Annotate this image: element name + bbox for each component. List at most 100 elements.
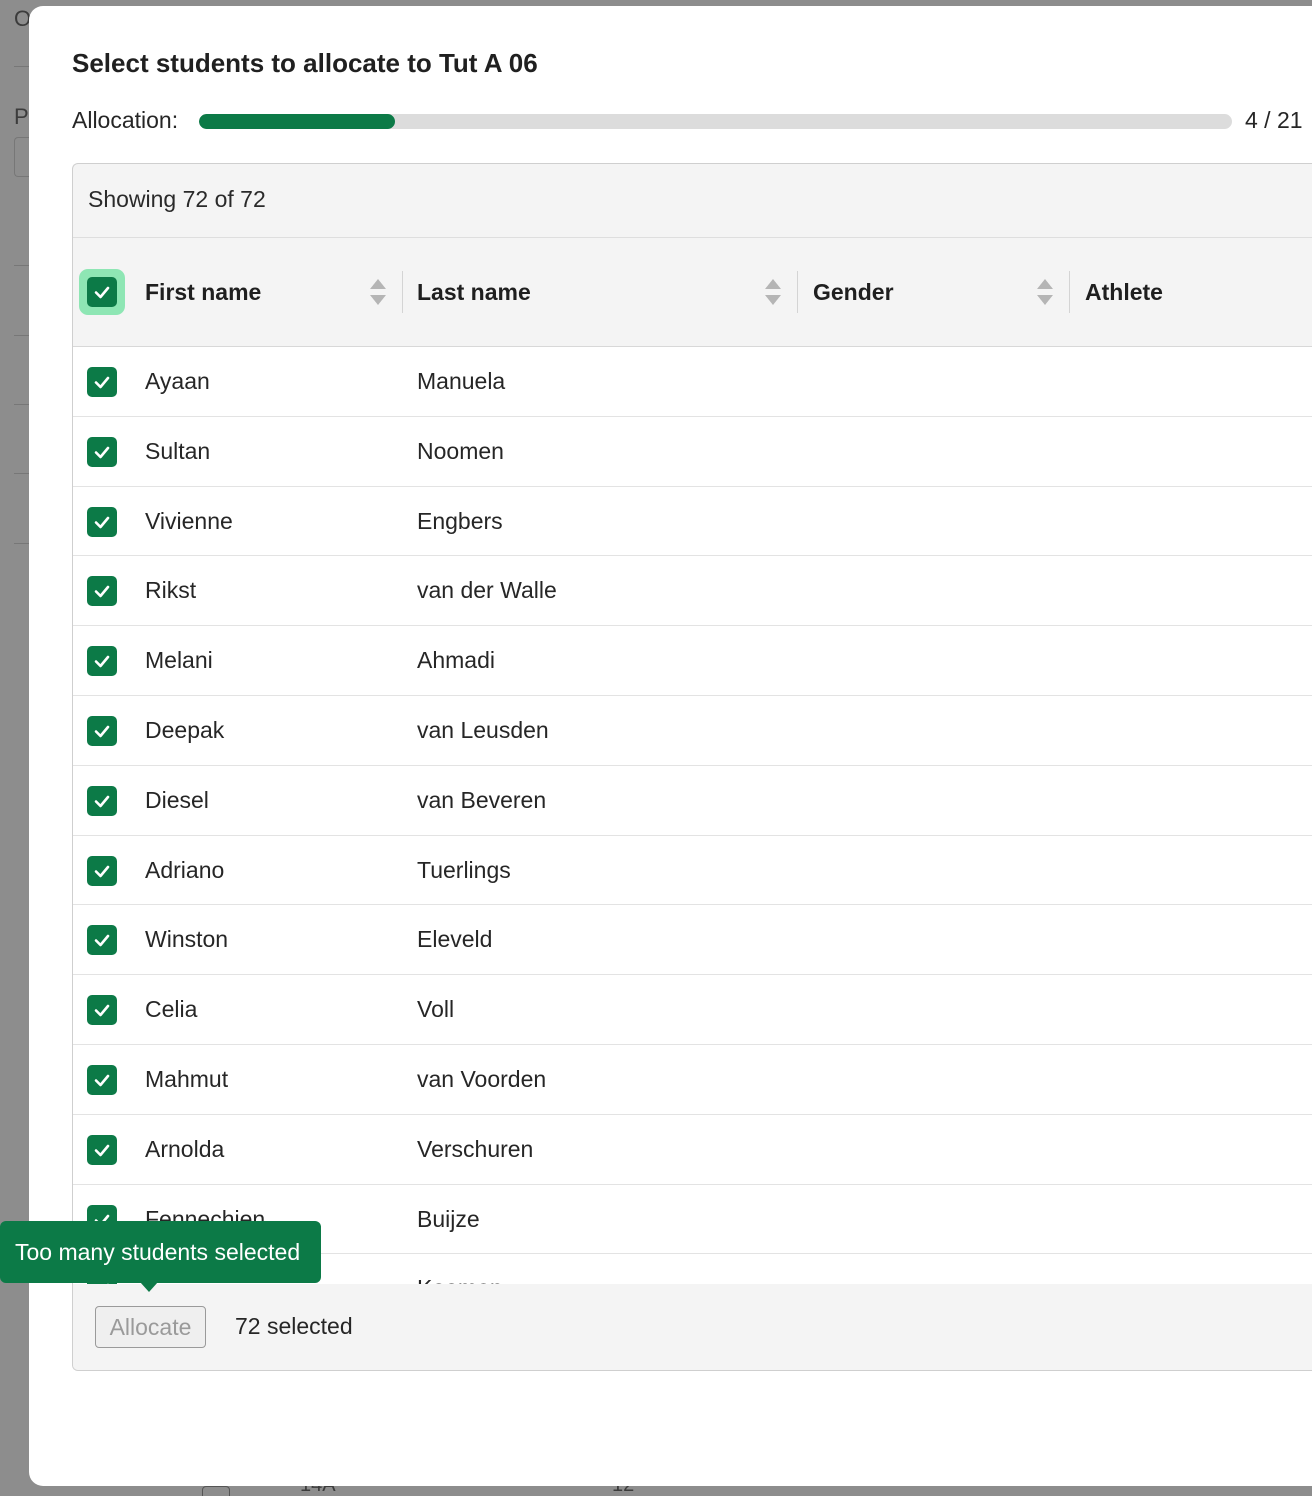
row-checkbox[interactable] (87, 925, 117, 956)
cell-last-name: Tuerlings (417, 856, 511, 883)
row-checkbox[interactable] (87, 995, 117, 1026)
row-checkbox[interactable] (87, 646, 117, 677)
cell-last-name: Verschuren (417, 1135, 534, 1162)
checkmark-icon (94, 1004, 110, 1017)
table-body: Ayaan Manuela Sultan Noomen Vivienne Engbers R… (73, 347, 1312, 1284)
row-checkbox[interactable] (87, 855, 117, 886)
row-checkbox[interactable] (87, 436, 117, 467)
cell-first-name: Mahmut (145, 1065, 229, 1092)
table-header: First name Last name Gender Athlete (73, 238, 1312, 347)
cell-first-name: Celia (145, 996, 198, 1023)
tooltip-arrow (140, 1282, 158, 1292)
cell-first-name: Adriano (145, 856, 225, 883)
sort-icon[interactable] (1037, 279, 1053, 305)
checkmark-icon (94, 376, 110, 389)
background-input (14, 137, 30, 177)
background-divider (14, 473, 30, 474)
cell-last-name: Buijze (417, 1205, 480, 1232)
checkmark-icon (94, 865, 110, 877)
cell-last-name: Ahmadi (417, 647, 495, 674)
cell-first-name: Diesel (145, 786, 209, 813)
cell-last-name: Manuela (417, 368, 506, 394)
table-row[interactable]: Adriano Tuerlings (73, 835, 1312, 906)
table-row[interactable]: Celia Voll (73, 975, 1312, 1045)
background-divider (14, 543, 30, 544)
checkmark-icon (94, 1074, 110, 1087)
table-row[interactable]: Ayaan Manuela (73, 347, 1312, 417)
table-row[interactable]: Arnolda Verschuren (73, 1114, 1312, 1185)
table-row[interactable]: Vivienne Engbers (73, 486, 1312, 557)
row-checkbox[interactable] (87, 1134, 117, 1165)
column-header-gender[interactable]: Gender (813, 238, 1033, 347)
table-row[interactable]: Sultan Noomen (73, 416, 1312, 487)
error-tooltip: Too many students selected (0, 1221, 321, 1283)
row-checkbox[interactable] (87, 715, 117, 746)
background-divider (14, 404, 30, 405)
checkmark-icon (94, 516, 110, 528)
checkmark-icon (94, 446, 110, 459)
cell-last-name: van Leusden (417, 716, 549, 743)
table-row[interactable]: Rikst van der Walle (73, 556, 1312, 627)
checkmark-icon (94, 655, 110, 668)
cell-last-name: Kooman (417, 1254, 503, 1284)
cell-last-name: van Beveren (417, 786, 547, 813)
cell-first-name: Arnolda (145, 1135, 225, 1162)
checkmark-icon (94, 795, 110, 808)
table-row[interactable]: Diesel van Beveren (73, 765, 1312, 836)
row-checkbox[interactable] (87, 506, 117, 537)
cell-first-name: Deepak (145, 716, 225, 743)
allocation-count: 4 / 21 (1245, 107, 1303, 133)
cell-last-name: Noomen (417, 437, 504, 464)
cell-last-name: Eleveld (417, 926, 493, 953)
column-header-first-name[interactable]: First name (145, 238, 395, 347)
row-checkbox[interactable] (87, 785, 117, 816)
background-checkbox (202, 1486, 230, 1496)
checkmark-icon (94, 725, 110, 738)
cell-first-name: Melani (145, 647, 213, 674)
students-table-panel: Showing 72 of 72 First name Last name Ge… (72, 163, 1312, 1371)
row-checkbox[interactable] (87, 367, 117, 397)
column-header-last-name[interactable]: Last name (417, 238, 767, 347)
table-row[interactable]: Melani Ahmadi (73, 626, 1312, 696)
row-checkbox[interactable] (87, 576, 117, 607)
sort-icon[interactable] (370, 279, 386, 305)
background-divider (14, 265, 30, 266)
cell-last-name: van Voorden (417, 1065, 547, 1092)
checkmark-icon (94, 935, 110, 947)
column-header-label: Last name (417, 279, 531, 305)
row-checkbox[interactable] (87, 1064, 117, 1095)
cell-first-name: Ayaan (145, 368, 210, 394)
background-divider (14, 66, 30, 67)
sort-icon[interactable] (765, 279, 781, 305)
table-footer: Allocate 72 selected (73, 1284, 1312, 1370)
column-divider (402, 271, 403, 313)
cell-first-name: Vivienne (145, 507, 233, 534)
allocation-progress-fill (199, 114, 396, 129)
column-header-label: Gender (813, 279, 894, 305)
table-row[interactable]: Deepak van Leusden (73, 695, 1312, 766)
column-header-label: Athlete (1085, 279, 1163, 305)
cell-first-name: Sultan (145, 437, 211, 464)
column-divider (1069, 271, 1070, 313)
table-row[interactable]: Winston Eleveld (73, 905, 1312, 976)
column-divider (797, 271, 798, 313)
cell-first-name: Rikst (145, 577, 197, 604)
background-divider (14, 335, 30, 336)
allocation-label: Allocation: (72, 107, 179, 133)
checkmark-icon (94, 286, 110, 299)
checkmark-icon (94, 1144, 110, 1157)
background-text: P (14, 104, 29, 129)
allocate-button[interactable]: Allocate (95, 1306, 206, 1348)
select-all-checkbox[interactable] (87, 277, 117, 307)
checkmark-icon (94, 586, 110, 598)
cell-first-name: Winston (145, 926, 229, 953)
column-header-athlete[interactable]: Athlete (1085, 238, 1305, 347)
table-row[interactable]: Mahmut van Voorden (73, 1044, 1312, 1115)
cell-last-name: Voll (417, 996, 455, 1023)
cell-last-name: van der Walle (417, 577, 557, 604)
showing-count: Showing 72 of 72 (88, 186, 266, 212)
column-header-label: First name (145, 279, 262, 305)
allocation-progress-bar (199, 114, 1232, 129)
dialog-title: Select students to allocate to Tut A 06 (72, 48, 538, 78)
cell-last-name: Engbers (417, 507, 503, 534)
